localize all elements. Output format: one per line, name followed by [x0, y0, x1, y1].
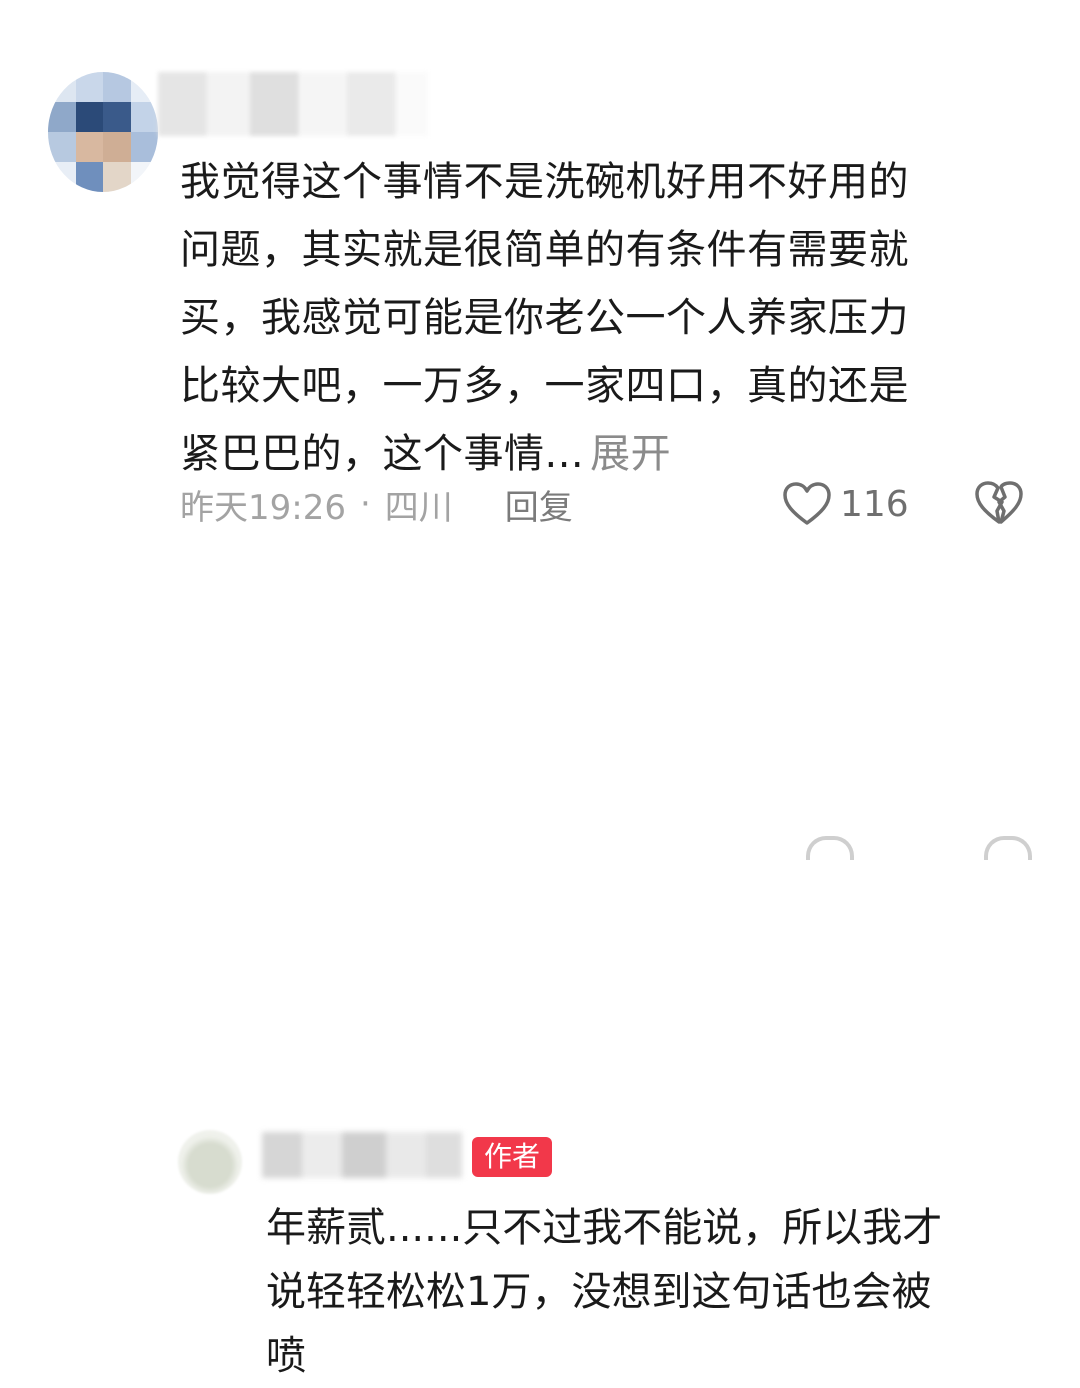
commenter-avatar[interactable]: [48, 72, 158, 192]
like-count: 116: [840, 483, 909, 525]
reply-line: 喷: [266, 1333, 306, 1379]
comment-meta: 昨天19:26 · 四川 回复: [180, 478, 573, 530]
reply-line: 说轻轻松松1万，没想到这句话也会被: [266, 1269, 932, 1315]
expand-link[interactable]: 展开: [590, 431, 671, 477]
heart-outline-icon: [806, 836, 854, 860]
reply-button[interactable]: 回复: [505, 480, 573, 529]
avatar-mosaic: [48, 72, 158, 192]
next-row-icons-peek: [806, 836, 1032, 860]
broken-heart-icon: [975, 481, 1023, 524]
comment-time: 昨天19:26: [180, 487, 346, 528]
broken-heart-icon: [984, 836, 1032, 860]
reply-text: 年薪贰......只不过我不能说，所以我才 说轻轻松松1万，没想到这句话也会被 …: [266, 1196, 1056, 1388]
comment-location: 四川: [384, 487, 453, 528]
author-badge: 作者: [472, 1137, 553, 1177]
author-avatar[interactable]: [178, 1130, 242, 1194]
like-button[interactable]: 116: [782, 478, 909, 530]
author-name-redacted: [262, 1132, 462, 1178]
heart-outline-icon: [783, 482, 831, 525]
dislike-button[interactable]: [974, 480, 1024, 530]
comment-text: 我觉得这个事情不是洗碗机好用不好用的 问题，其实就是很简单的有条件有需要就 买，…: [180, 148, 1010, 488]
meta-separator: ·: [359, 484, 371, 524]
commenter-name-redacted: [158, 72, 428, 136]
comment-line: 紧巴巴的，这个事情...: [180, 431, 585, 477]
reply-line: 年薪贰......只不过我不能说，所以我才: [266, 1205, 943, 1251]
comment-line: 问题，其实就是很简单的有条件有需要就: [180, 227, 909, 273]
comment-line: 比较大吧，一万多，一家四口，真的还是: [180, 363, 909, 409]
comment-line: 我觉得这个事情不是洗碗机好用不好用的: [180, 159, 909, 205]
comment-line: 买，我感觉可能是你老公一个人养家压力: [180, 295, 909, 341]
